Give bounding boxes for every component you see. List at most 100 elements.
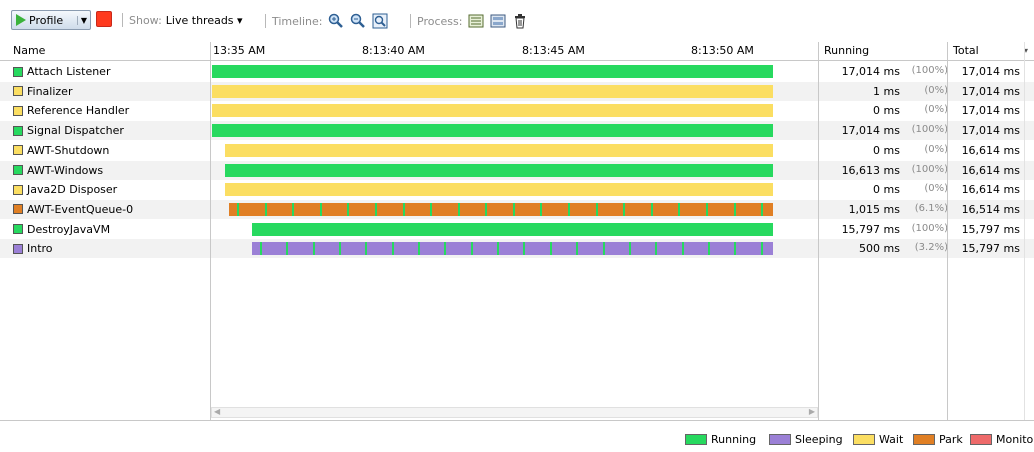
thread-name: Reference Handler	[13, 104, 129, 117]
legend-item-running: Running	[685, 433, 756, 446]
running-segment	[550, 242, 553, 256]
column-header-running[interactable]: Running	[819, 42, 947, 61]
legend-item-monitor: Monitor	[970, 433, 1034, 446]
legend-label: Park	[939, 433, 963, 446]
running-time: 0 ms	[873, 104, 900, 118]
table-row[interactable]: Java2D Disposer 0 ms (0%) 16,614 ms	[0, 180, 1034, 199]
horizontal-scrollbar[interactable]: ◀ ▶	[211, 407, 818, 418]
running-segment	[264, 202, 267, 216]
table-row[interactable]: Finalizer 1 ms (0%) 17,014 ms	[0, 81, 1034, 101]
running-segment	[471, 242, 474, 256]
table-row[interactable]: DestroyJavaVM 15,797 ms (100%) 15,797 ms	[0, 220, 1034, 239]
thread-name: Intro	[13, 242, 53, 255]
heap-dump-icon[interactable]	[490, 13, 506, 29]
running-time: 15,797 ms	[841, 222, 900, 236]
thread-timeline-bar[interactable]	[252, 242, 773, 256]
running-time: 0 ms	[873, 143, 900, 157]
table-row[interactable]: Reference Handler 0 ms (0%) 17,014 ms	[0, 101, 1034, 120]
thread-timeline-bar[interactable]	[225, 143, 773, 157]
thread-timeline-bar[interactable]	[228, 202, 773, 216]
column-header-total-label: Total	[953, 44, 979, 57]
scroll-right-icon[interactable]: ▶	[809, 407, 815, 416]
running-percent: (100%)	[911, 65, 948, 76]
table-row[interactable]: AWT-EventQueue-0 1,015 ms (6.1%) 16,514 ms	[0, 199, 1034, 219]
trash-icon[interactable]	[512, 13, 528, 29]
running-segment	[567, 202, 570, 216]
chevron-down-icon[interactable]: ▼	[76, 15, 90, 25]
running-segment	[705, 202, 708, 216]
show-group: Show: Live threads ▾	[122, 13, 243, 27]
running-percent: (3.2%)	[914, 242, 948, 254]
state-swatch-icon	[13, 224, 23, 235]
thread-name-label: Attach Listener	[27, 65, 111, 78]
thread-dump-icon[interactable]	[468, 13, 484, 29]
total-time: 17,014 ms	[961, 84, 1020, 98]
show-select[interactable]: Live threads ▾	[166, 14, 243, 27]
table-row[interactable]: AWT-Shutdown 0 ms (0%) 16,614 ms	[0, 141, 1034, 160]
running-time: 1,015 ms	[848, 202, 900, 216]
running-segment	[760, 202, 763, 216]
thread-name-label: Signal Dispatcher	[27, 124, 124, 138]
legend-item-park: Park	[913, 433, 963, 446]
table-row[interactable]: AWT-Windows 16,613 ms (100%) 16,614 ms	[0, 160, 1034, 180]
table-row[interactable]: Attach Listener 17,014 ms (100%) 17,014 ms	[0, 62, 1034, 81]
thread-timeline-bar[interactable]	[212, 84, 773, 98]
thread-name: AWT-Windows	[13, 164, 103, 177]
vertical-scrollbar[interactable]	[1024, 42, 1025, 420]
running-segment	[319, 202, 322, 216]
running-segment	[402, 202, 405, 216]
thread-timeline-bar[interactable]	[212, 124, 773, 138]
total-time: 16,614 ms	[961, 143, 1020, 157]
thread-name-label: Intro	[27, 242, 53, 256]
running-percent: (100%)	[911, 163, 948, 175]
running-segment	[484, 202, 487, 216]
running-time: 500 ms	[859, 242, 900, 256]
thread-name-label: AWT-EventQueue-0	[27, 202, 134, 216]
separator	[122, 13, 123, 27]
thread-timeline-bar[interactable]	[225, 163, 773, 177]
profile-button[interactable]: Profile ▼	[11, 10, 91, 30]
running-time: 17,014 ms	[841, 124, 900, 138]
thread-timeline-bar[interactable]	[212, 104, 773, 118]
running-segment	[733, 202, 736, 216]
tick-label: 8:13:50 AM	[691, 44, 754, 57]
running-time: 16,613 ms	[841, 163, 900, 177]
state-swatch-icon	[13, 66, 23, 77]
running-segment	[734, 242, 737, 256]
scroll-left-icon[interactable]: ◀	[214, 407, 220, 416]
running-segment	[761, 242, 764, 256]
running-percent: (0%)	[924, 84, 948, 96]
running-segment	[457, 202, 460, 216]
state-swatch-icon	[13, 145, 23, 156]
thread-name-label: Java2D Disposer	[27, 183, 118, 197]
column-header-name-label: Name	[13, 44, 46, 57]
column-header-name[interactable]: Name	[0, 42, 210, 61]
running-time: 0 ms	[873, 183, 900, 197]
running-segment	[512, 202, 515, 216]
running-segment	[539, 202, 542, 216]
state-swatch-icon	[13, 243, 23, 254]
thread-timeline-bar[interactable]	[212, 65, 773, 78]
stop-button[interactable]	[96, 11, 112, 27]
table-row[interactable]: Signal Dispatcher 17,014 ms (100%) 17,014 m…	[0, 121, 1034, 141]
running-time: 1 ms	[873, 84, 900, 98]
thread-timeline-bar[interactable]	[252, 222, 773, 236]
running-segment	[429, 202, 432, 216]
fit-to-window-icon[interactable]	[372, 13, 388, 29]
state-swatch-icon	[13, 165, 23, 175]
state-swatch-icon	[13, 204, 23, 215]
column-chooser-icon[interactable]: ▾	[1024, 42, 1034, 61]
running-segment	[313, 242, 316, 256]
divider	[0, 420, 1034, 421]
column-header-total[interactable]: Total	[948, 42, 1024, 61]
zoom-in-icon[interactable]	[328, 13, 344, 29]
zoom-out-icon[interactable]	[350, 13, 366, 29]
separator	[410, 14, 411, 28]
running-time: 17,014 ms	[841, 65, 900, 78]
table-row[interactable]: Intro 500 ms (3.2%) 15,797 ms	[0, 239, 1034, 259]
legend-item-sleeping: Sleeping	[769, 433, 843, 446]
total-time: 17,014 ms	[961, 65, 1020, 78]
thread-timeline-bar[interactable]	[225, 183, 773, 197]
total-time: 15,797 ms	[961, 222, 1020, 236]
thread-name: Java2D Disposer	[13, 183, 117, 196]
